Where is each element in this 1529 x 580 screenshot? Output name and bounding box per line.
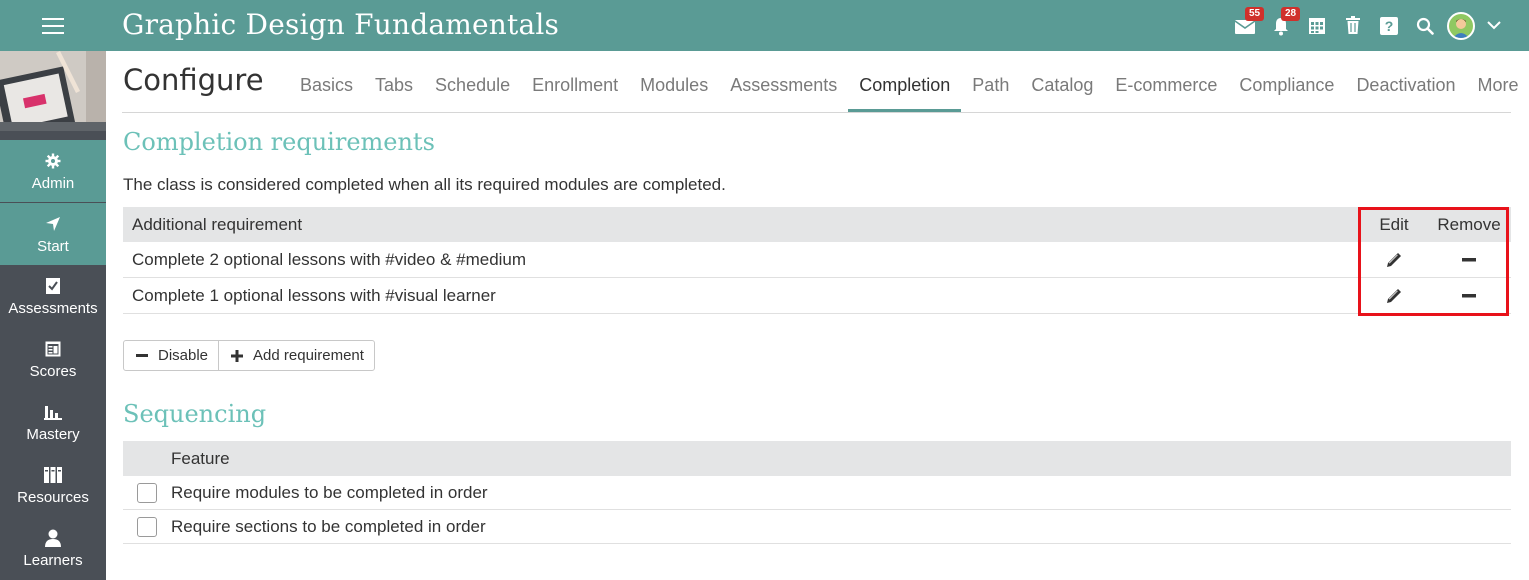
svg-text:?: ?	[1385, 18, 1394, 34]
messages-button[interactable]: 55	[1227, 0, 1265, 51]
sidebar-item-label: Start	[37, 238, 69, 255]
navigation-arrow-icon	[45, 213, 61, 235]
requirement-text: Complete 2 optional lessons with #video …	[132, 249, 527, 269]
search-button[interactable]	[1407, 0, 1443, 51]
tab-schedule[interactable]: Schedule	[424, 75, 521, 112]
user-menu-button[interactable]	[1443, 0, 1479, 51]
sidebar: Admin Start Assessments Scores Mastery R…	[0, 51, 106, 580]
feature-label: Require sections to be completed in orde…	[171, 516, 486, 536]
plus-icon	[231, 349, 244, 362]
tabs-divider	[122, 112, 1511, 113]
completion-requirements-title: Completion requirements	[123, 128, 435, 156]
table-row: Complete 2 optional lessons with #video …	[123, 242, 1511, 278]
user-menu-chevron[interactable]	[1479, 0, 1509, 51]
disable-button-label: Disable	[158, 347, 209, 364]
class-thumbnail[interactable]	[0, 51, 106, 131]
tab-deactivation[interactable]: Deactivation	[1345, 75, 1466, 112]
sequencing-title: Sequencing	[123, 400, 267, 428]
page-title: Configure	[123, 63, 264, 97]
sequencing-table: Feature Require modules to be completed …	[123, 441, 1511, 544]
chevron-down-icon	[1487, 21, 1501, 30]
edit-remove-highlight	[1358, 207, 1509, 316]
calendar-icon	[1309, 17, 1325, 34]
table-header: Additional requirement Edit Remove	[123, 207, 1511, 242]
requirement-text: Complete 1 optional lessons with #visual…	[132, 285, 496, 305]
tab-more[interactable]: More	[1467, 75, 1529, 112]
requirement-actions: Disable Add requirement	[123, 340, 375, 371]
sidebar-item-label: Mastery	[26, 426, 80, 443]
person-icon	[44, 527, 62, 549]
bar-chart-icon	[44, 401, 62, 423]
sidebar-item-resources[interactable]: Resources	[0, 454, 106, 516]
notifications-button[interactable]: 28	[1263, 0, 1301, 51]
tab-assessments[interactable]: Assessments	[719, 75, 848, 112]
feature-label: Require modules to be completed in order	[171, 482, 488, 502]
messages-badge: 55	[1245, 7, 1265, 21]
requirements-table: Additional requirement Edit Remove Compl…	[123, 207, 1511, 314]
sidebar-item-label: Assessments	[8, 300, 98, 317]
table-row: Require sections to be completed in orde…	[123, 510, 1511, 544]
avatar	[1447, 11, 1475, 40]
tab-completion[interactable]: Completion	[848, 75, 962, 112]
tab-modules[interactable]: Modules	[629, 75, 719, 112]
books-icon	[44, 464, 62, 486]
disable-button[interactable]: Disable	[124, 341, 218, 370]
menu-hamburger-icon[interactable]	[0, 0, 106, 51]
sidebar-item-scores[interactable]: Scores	[0, 328, 106, 390]
sidebar-item-label: Admin	[31, 175, 75, 192]
column-header-feature: Feature	[171, 448, 230, 468]
sidebar-item-mastery[interactable]: Mastery	[0, 391, 106, 453]
tab-basics[interactable]: Basics	[289, 75, 364, 112]
notifications-badge: 28	[1281, 7, 1301, 21]
sidebar-item-label: Learners	[23, 552, 83, 569]
checklist-icon	[45, 275, 61, 297]
sidebar-item-label: Resources	[17, 489, 89, 506]
tab-e-commerce[interactable]: E-commerce	[1104, 75, 1228, 112]
tab-enrollment[interactable]: Enrollment	[521, 75, 629, 112]
tab-bar: Basics Tabs Schedule Enrollment Modules …	[289, 75, 1529, 112]
add-requirement-button[interactable]: Add requirement	[218, 341, 374, 370]
search-icon	[1416, 17, 1434, 35]
tab-catalog[interactable]: Catalog	[1020, 75, 1104, 112]
gradebook-icon	[45, 338, 61, 360]
sidebar-item-admin[interactable]: Admin	[0, 140, 106, 202]
sidebar-item-learners[interactable]: Learners	[0, 517, 106, 579]
gear-icon	[45, 150, 61, 172]
require-modules-order-checkbox[interactable]	[137, 482, 157, 503]
require-sections-order-checkbox[interactable]	[137, 516, 157, 537]
trash-button[interactable]	[1335, 0, 1371, 51]
help-button[interactable]: ?	[1371, 0, 1407, 51]
sidebar-item-assessments[interactable]: Assessments	[0, 265, 106, 327]
table-row: Require modules to be completed in order	[123, 476, 1511, 510]
column-header-requirement: Additional requirement	[132, 214, 303, 234]
calendar-button[interactable]	[1299, 0, 1335, 51]
trash-icon	[1346, 16, 1360, 34]
sidebar-item-start[interactable]: Start	[0, 203, 106, 265]
thumbnail-strip	[0, 122, 106, 131]
sidebar-item-label: Scores	[29, 363, 77, 380]
table-header: Feature	[123, 441, 1511, 476]
class-thumbnail-image	[0, 51, 106, 131]
table-row: Complete 1 optional lessons with #visual…	[123, 278, 1511, 314]
add-requirement-label: Add requirement	[253, 347, 364, 364]
top-bar: Graphic Design Fundamentals 55 28 ?	[0, 0, 1529, 51]
app-title: Graphic Design Fundamentals	[122, 8, 560, 41]
minus-icon	[136, 353, 148, 357]
tab-path[interactable]: Path	[961, 75, 1020, 112]
top-icons: 55 28 ?	[1227, 0, 1509, 51]
completion-description: The class is considered completed when a…	[123, 175, 726, 194]
tab-tabs[interactable]: Tabs	[364, 75, 424, 112]
tab-compliance[interactable]: Compliance	[1228, 75, 1345, 112]
help-icon: ?	[1380, 16, 1398, 35]
